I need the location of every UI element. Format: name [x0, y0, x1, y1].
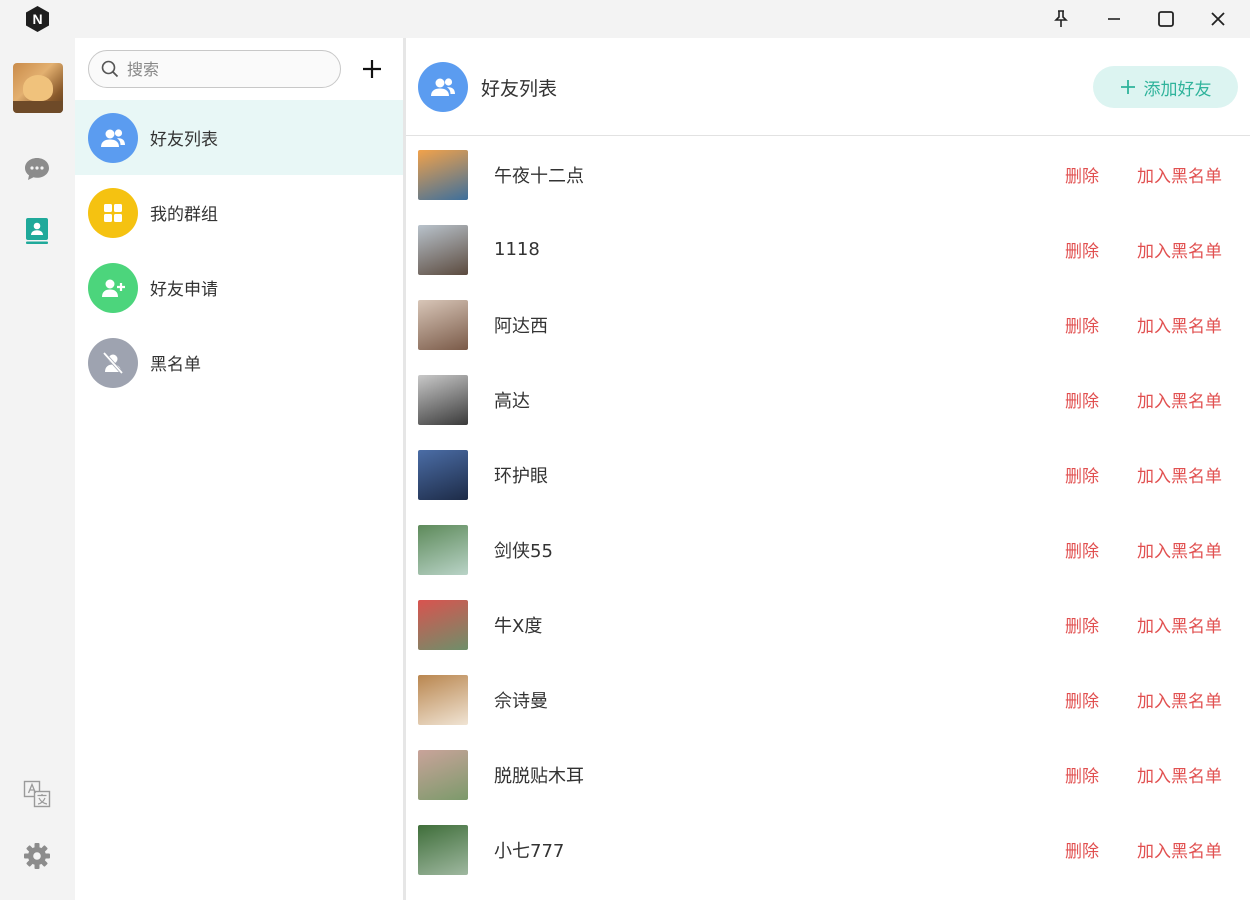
rail-translate-button[interactable] [22, 779, 52, 809]
contacts-icon [26, 218, 48, 244]
nav-rail [0, 38, 75, 900]
blacklist-friend-button[interactable]: 加入黑名单 [1137, 612, 1222, 637]
delete-friend-button[interactable]: 删除 [1065, 762, 1099, 787]
grid-icon [88, 187, 138, 238]
friend-row[interactable]: 阿达西 删除 加入黑名单 [406, 287, 1250, 362]
friend-row[interactable]: 1118 删除 加入黑名单 [406, 212, 1250, 287]
plus-icon [1120, 80, 1135, 94]
friend-name: 午夜十二点 [494, 165, 584, 187]
pin-icon [1054, 10, 1068, 27]
friend-name: 高达 [494, 390, 530, 412]
menu-item-label: 黑名单 [150, 355, 201, 375]
menu-item-groups[interactable]: 我的群组 [75, 175, 403, 250]
delete-friend-button[interactable]: 删除 [1065, 837, 1099, 862]
friend-name: 小七777 [494, 840, 565, 862]
rail-contacts-button[interactable] [22, 216, 52, 246]
friend-list-panel: 好友列表 添加好友 午夜十二点 删除 加入黑名单 1118 删除 加入黑名单 阿达西 删除 加入… [406, 38, 1250, 900]
friend-avatar[interactable] [418, 524, 468, 575]
blacklist-friend-button[interactable]: 加入黑名单 [1137, 462, 1222, 487]
friend-avatar[interactable] [418, 824, 468, 875]
friend-row[interactable]: 脱脱贴木耳 删除 加入黑名单 [406, 737, 1250, 812]
svg-text:N: N [32, 11, 42, 27]
friend-name: 环护眼 [494, 465, 548, 487]
friend-row[interactable]: 高达 删除 加入黑名单 [406, 362, 1250, 437]
app-window: N 搜索 好友列表 我的群组 好友申请 黑名单 好友列表 添加好友 午夜十二点 … [0, 0, 1250, 900]
user-blocked-icon [88, 337, 138, 388]
minimize-button[interactable] [1088, 0, 1140, 38]
friend-avatar[interactable] [418, 749, 468, 800]
friend-row[interactable]: 牛X度 删除 加入黑名单 [406, 587, 1250, 662]
search-input[interactable] [127, 59, 327, 79]
gear-icon [24, 843, 50, 869]
maximize-button[interactable] [1140, 0, 1192, 38]
friend-row[interactable]: 环护眼 删除 加入黑名单 [406, 437, 1250, 512]
menu-item-friends[interactable]: 好友列表 [75, 100, 403, 175]
pin-button[interactable] [1035, 0, 1087, 38]
friend-avatar[interactable] [418, 599, 468, 650]
friend-avatar[interactable] [418, 224, 468, 275]
friend-name: 1118 [494, 239, 540, 260]
blacklist-friend-button[interactable]: 加入黑名单 [1137, 687, 1222, 712]
menu-item-label: 我的群组 [150, 205, 218, 225]
add-friend-button[interactable]: 添加好友 [1093, 66, 1238, 108]
friend-name: 阿达西 [494, 315, 548, 337]
friend-avatar[interactable] [418, 149, 468, 200]
delete-friend-button[interactable]: 删除 [1065, 462, 1099, 487]
delete-friend-button[interactable]: 删除 [1065, 237, 1099, 262]
users-icon [88, 112, 138, 163]
add-friend-label: 添加好友 [1143, 79, 1212, 100]
title-bar: N [0, 0, 1250, 38]
blacklist-friend-button[interactable]: 加入黑名单 [1137, 237, 1222, 262]
minimize-icon [1108, 18, 1120, 20]
search-icon [101, 60, 119, 78]
delete-friend-button[interactable]: 删除 [1065, 612, 1099, 637]
delete-friend-button[interactable]: 删除 [1065, 387, 1099, 412]
menu-item-blacklist[interactable]: 黑名单 [75, 325, 403, 400]
blacklist-friend-button[interactable]: 加入黑名单 [1137, 837, 1222, 862]
friend-avatar[interactable] [418, 449, 468, 500]
menu-item-label: 好友列表 [150, 130, 218, 150]
friend-name: 脱脱贴木耳 [494, 765, 584, 787]
maximize-icon [1158, 11, 1174, 27]
chat-icon [25, 158, 49, 180]
rail-chat-button[interactable] [22, 154, 52, 184]
delete-friend-button[interactable]: 删除 [1065, 312, 1099, 337]
app-logo-icon: N [24, 5, 51, 33]
menu-item-requests[interactable]: 好友申请 [75, 250, 403, 325]
translate-icon [23, 780, 51, 808]
rail-settings-button[interactable] [22, 841, 52, 871]
friend-name: 牛X度 [494, 615, 543, 637]
add-button[interactable] [358, 55, 386, 83]
user-avatar[interactable] [13, 63, 63, 113]
friend-row[interactable]: 小七777 删除 加入黑名单 [406, 812, 1250, 887]
friend-avatar[interactable] [418, 374, 468, 425]
friend-row[interactable]: 剑侠55 删除 加入黑名单 [406, 512, 1250, 587]
friend-list-header: 好友列表 添加好友 [406, 38, 1250, 136]
menu-item-label: 好友申请 [150, 280, 218, 300]
blacklist-friend-button[interactable]: 加入黑名单 [1137, 162, 1222, 187]
blacklist-friend-button[interactable]: 加入黑名单 [1137, 537, 1222, 562]
delete-friend-button[interactable]: 删除 [1065, 687, 1099, 712]
close-icon [1211, 12, 1225, 26]
search-box[interactable] [88, 50, 341, 88]
users-icon [418, 62, 468, 112]
friend-row[interactable]: 午夜十二点 删除 加入黑名单 [406, 137, 1250, 212]
friend-row[interactable]: 佘诗曼 删除 加入黑名单 [406, 662, 1250, 737]
plus-icon [363, 60, 381, 78]
blacklist-friend-button[interactable]: 加入黑名单 [1137, 762, 1222, 787]
contacts-menu-panel: 好友列表我的群组好友申请黑名单 [75, 38, 403, 900]
delete-friend-button[interactable]: 删除 [1065, 162, 1099, 187]
user-add-icon [88, 262, 138, 313]
friend-name: 佘诗曼 [494, 690, 548, 712]
blacklist-friend-button[interactable]: 加入黑名单 [1137, 387, 1222, 412]
friend-avatar[interactable] [418, 674, 468, 725]
blacklist-friend-button[interactable]: 加入黑名单 [1137, 312, 1222, 337]
delete-friend-button[interactable]: 删除 [1065, 537, 1099, 562]
page-title: 好友列表 [481, 78, 558, 100]
close-button[interactable] [1192, 0, 1244, 38]
friend-name: 剑侠55 [494, 540, 553, 562]
friend-avatar[interactable] [418, 299, 468, 350]
